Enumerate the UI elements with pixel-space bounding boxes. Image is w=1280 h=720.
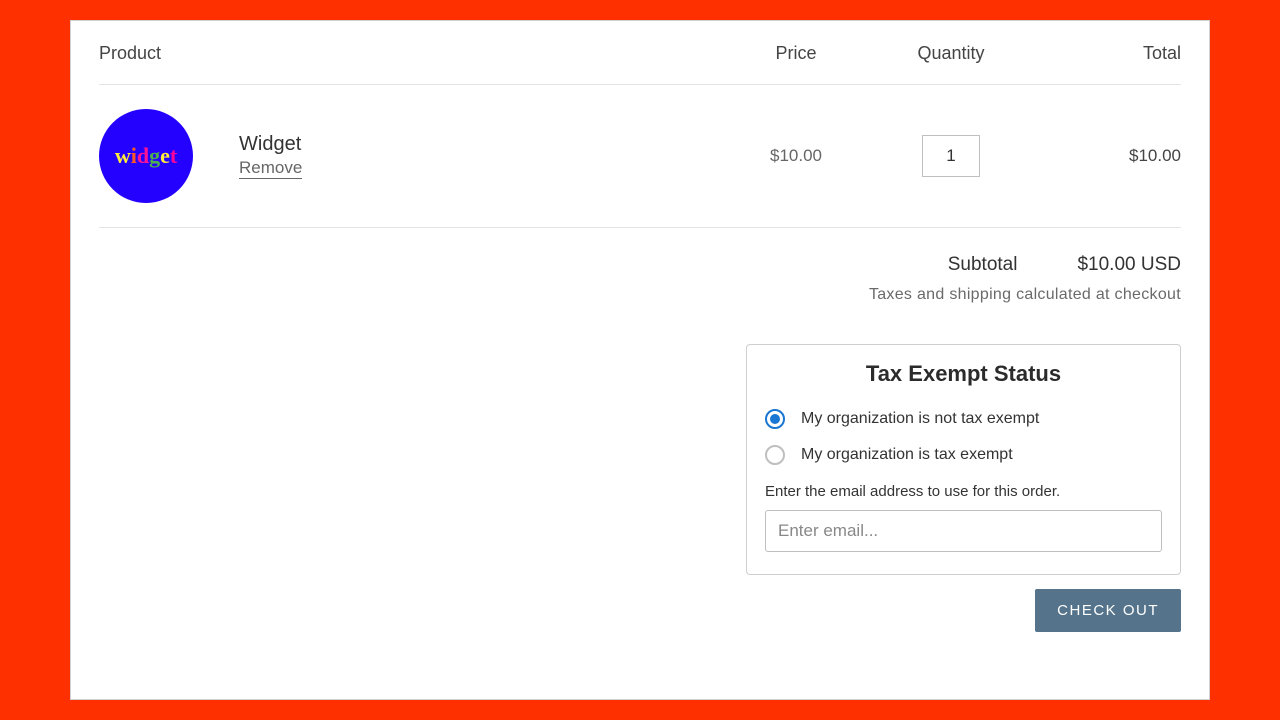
checkout-button[interactable]: CHECK OUT — [1035, 589, 1181, 632]
radio-exempt-label: My organization is tax exempt — [801, 446, 1013, 464]
product-name-block: Widget Remove — [239, 133, 721, 179]
radio-selected-icon — [765, 409, 785, 429]
tax-shipping-note: Taxes and shipping calculated at checkou… — [99, 286, 1181, 304]
email-instruction: Enter the email address to use for this … — [765, 483, 1162, 500]
item-price: $10.00 — [721, 146, 871, 166]
widget-logo-text: widget — [115, 143, 177, 169]
product-image[interactable]: widget — [99, 109, 193, 203]
tax-exempt-title: Tax Exempt Status — [765, 361, 1162, 387]
subtotal-line: Subtotal $10.00 USD — [99, 254, 1181, 276]
tax-exempt-panel: Tax Exempt Status My organization is not… — [746, 344, 1181, 575]
table-row: widget Widget Remove $10.00 $10.00 — [99, 85, 1181, 228]
header-quantity: Quantity — [871, 43, 1031, 64]
quantity-input[interactable] — [922, 135, 980, 177]
quantity-cell — [871, 135, 1031, 177]
product-name[interactable]: Widget — [239, 133, 721, 156]
radio-not-exempt-label: My organization is not tax exempt — [801, 410, 1039, 428]
cart-table: Product Price Quantity Total widget Widg… — [99, 43, 1181, 228]
subtotal-label: Subtotal — [948, 254, 1018, 276]
checkout-row: CHECK OUT — [99, 589, 1181, 632]
summary-block: Subtotal $10.00 USD Taxes and shipping c… — [99, 254, 1181, 304]
header-price: Price — [721, 43, 871, 64]
subtotal-amount: $10.00 USD — [1077, 254, 1181, 276]
email-field[interactable] — [765, 510, 1162, 552]
header-product: Product — [99, 43, 721, 64]
item-total: $10.00 — [1031, 146, 1181, 166]
remove-link[interactable]: Remove — [239, 158, 302, 179]
radio-exempt[interactable]: My organization is tax exempt — [765, 437, 1162, 473]
cart-page: Product Price Quantity Total widget Widg… — [70, 20, 1210, 700]
header-total: Total — [1031, 43, 1181, 64]
radio-not-exempt[interactable]: My organization is not tax exempt — [765, 401, 1162, 437]
radio-unselected-icon — [765, 445, 785, 465]
cart-header-row: Product Price Quantity Total — [99, 43, 1181, 85]
